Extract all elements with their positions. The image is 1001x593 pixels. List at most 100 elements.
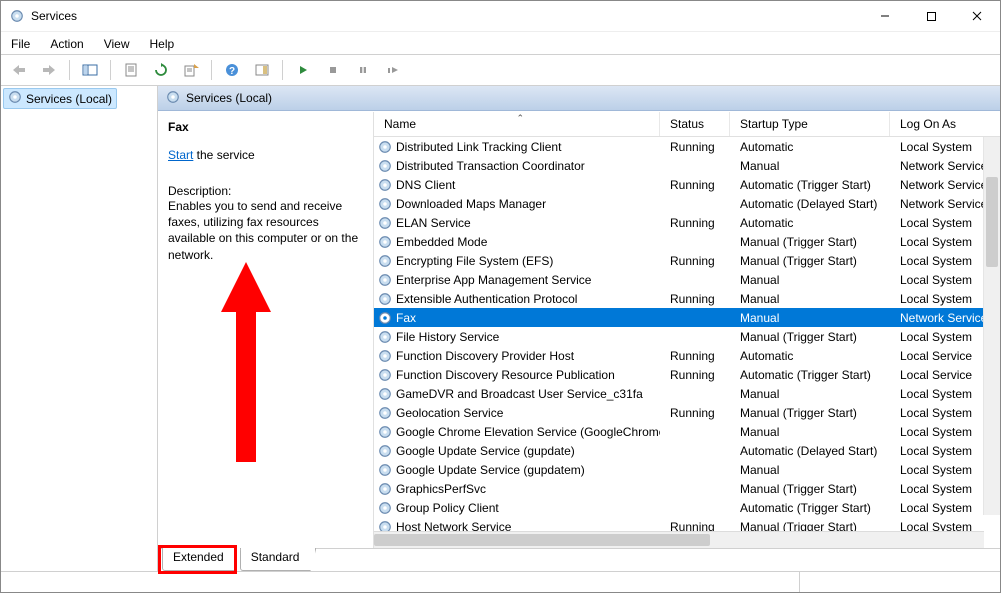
service-row[interactable]: Encrypting File System (EFS)RunningManua…: [374, 251, 1000, 270]
column-header-startup[interactable]: Startup Type: [730, 112, 890, 136]
service-row[interactable]: Function Discovery Resource PublicationR…: [374, 365, 1000, 384]
service-name: ELAN Service: [396, 216, 471, 230]
service-name-cell: File History Service: [374, 330, 660, 344]
service-name: Google Update Service (gupdate): [396, 444, 575, 458]
service-row[interactable]: File History Service Manual (Trigger Star…: [374, 327, 1000, 346]
gear-icon: [378, 197, 392, 211]
app-gear-icon: [9, 8, 25, 24]
tree-item-services-local[interactable]: Services (Local): [3, 88, 117, 109]
gear-icon: [378, 444, 392, 458]
start-service-button[interactable]: [291, 58, 315, 82]
forward-button[interactable]: [37, 58, 61, 82]
service-row[interactable]: Group Policy ClientAutomatic (Trigger St…: [374, 498, 1000, 517]
stop-service-button[interactable]: [321, 58, 345, 82]
close-button[interactable]: [954, 1, 1000, 31]
service-status: Running: [660, 140, 730, 154]
menubar: File Action View Help: [1, 32, 1000, 55]
column-header-status[interactable]: Status: [660, 112, 730, 136]
service-name-cell: Encrypting File System (EFS): [374, 254, 660, 268]
service-row[interactable]: Distributed Link Tracking ClientRunningA…: [374, 137, 1000, 156]
service-list-pane: Name ⌃ Status Startup Type Log On As Dis…: [373, 112, 1000, 548]
toolbar-separator: [69, 60, 70, 80]
service-name: Enterprise App Management Service: [396, 273, 591, 287]
service-name: Downloaded Maps Manager: [396, 197, 546, 211]
service-status: Running: [660, 520, 730, 532]
service-row[interactable]: Embedded ModeManual (Trigger Start)Local…: [374, 232, 1000, 251]
help-button[interactable]: ?: [220, 58, 244, 82]
gear-icon: [378, 406, 392, 420]
service-name-cell: Extensible Authentication Protocol: [374, 292, 660, 306]
start-service-link[interactable]: Start: [168, 148, 193, 162]
column-header-name[interactable]: Name ⌃: [374, 112, 660, 136]
statusbar: [1, 571, 1000, 592]
minimize-button[interactable]: [862, 1, 908, 31]
tab-extended[interactable]: Extended: [162, 548, 241, 571]
service-name-cell: Host Network Service: [374, 520, 660, 532]
service-row[interactable]: FaxManualNetwork Service: [374, 308, 1000, 327]
gear-icon: [378, 159, 392, 173]
service-startup: Automatic (Delayed Start): [730, 197, 890, 211]
tree-pane: Services (Local): [1, 86, 158, 571]
service-row[interactable]: GameDVR and Broadcast User Service_c31fa…: [374, 384, 1000, 403]
service-name-cell: Google Chrome Elevation Service (GoogleC…: [374, 425, 660, 439]
pause-service-button[interactable]: [351, 58, 375, 82]
service-row[interactable]: Host Network ServiceRunningManual (Trigg…: [374, 517, 1000, 531]
vertical-scrollbar[interactable]: [983, 137, 1000, 515]
service-startup: Manual (Trigger Start): [730, 254, 890, 268]
column-header-logon[interactable]: Log On As: [890, 112, 1000, 136]
list-header: Name ⌃ Status Startup Type Log On As: [374, 112, 1000, 137]
service-row[interactable]: Google Update Service (gupdate)Automatic…: [374, 441, 1000, 460]
properties-button[interactable]: [119, 58, 143, 82]
service-row[interactable]: Enterprise App Management ServiceManualL…: [374, 270, 1000, 289]
service-name: Google Update Service (gupdatem): [396, 463, 585, 477]
service-startup: Manual: [730, 273, 890, 287]
maximize-button[interactable]: [908, 1, 954, 31]
gear-icon: [378, 235, 392, 249]
horizontal-scroll-thumb[interactable]: [374, 534, 710, 546]
service-row[interactable]: ELAN ServiceRunningAutomaticLocal System: [374, 213, 1000, 232]
gear-icon: [378, 482, 392, 496]
service-row[interactable]: Geolocation ServiceRunningManual (Trigge…: [374, 403, 1000, 422]
show-hide-tree-button[interactable]: [78, 58, 102, 82]
export-list-button[interactable]: [179, 58, 203, 82]
menu-file[interactable]: File: [7, 35, 34, 53]
service-startup: Manual: [730, 463, 890, 477]
menu-action[interactable]: Action: [46, 35, 87, 53]
service-row[interactable]: Google Update Service (gupdatem)ManualLo…: [374, 460, 1000, 479]
gear-icon: [378, 425, 392, 439]
horizontal-scrollbar[interactable]: [374, 531, 984, 548]
service-row[interactable]: Function Discovery Provider HostRunningA…: [374, 346, 1000, 365]
service-row[interactable]: Extensible Authentication ProtocolRunnin…: [374, 289, 1000, 308]
window-title: Services: [31, 9, 77, 23]
restart-service-button[interactable]: [381, 58, 405, 82]
sort-ascending-icon: ⌃: [517, 113, 525, 124]
gear-icon: [378, 273, 392, 287]
service-list[interactable]: Distributed Link Tracking ClientRunningA…: [374, 137, 1000, 531]
service-row[interactable]: GraphicsPerfSvcManual (Trigger Start)Loc…: [374, 479, 1000, 498]
menu-view[interactable]: View: [100, 35, 134, 53]
refresh-button[interactable]: [149, 58, 173, 82]
service-name: File History Service: [396, 330, 499, 344]
action-pane-button[interactable]: [250, 58, 274, 82]
gear-icon: [378, 140, 392, 154]
service-row[interactable]: Downloaded Maps Manager Automatic (Delaye…: [374, 194, 1000, 213]
gear-icon: [378, 520, 392, 532]
service-status: Running: [660, 406, 730, 420]
back-button[interactable]: [7, 58, 31, 82]
vertical-scroll-thumb[interactable]: [986, 177, 998, 267]
service-name: Host Network Service: [396, 520, 511, 532]
description-label: Description:: [168, 184, 363, 198]
statusbar-left: [1, 572, 800, 592]
service-row[interactable]: DNS ClientRunningAutomatic (Trigger Star…: [374, 175, 1000, 194]
menu-help[interactable]: Help: [146, 35, 179, 53]
service-row[interactable]: Google Chrome Elevation Service (GoogleC…: [374, 422, 1000, 441]
service-status: Running: [660, 178, 730, 192]
service-name-cell: Fax: [374, 311, 660, 325]
gear-icon: [378, 501, 392, 515]
service-startup: Manual (Trigger Start): [730, 330, 890, 344]
service-name: GraphicsPerfSvc: [396, 482, 486, 496]
service-startup: Automatic (Trigger Start): [730, 501, 890, 515]
tab-standard[interactable]: Standard: [240, 548, 317, 571]
statusbar-right: [800, 572, 1000, 592]
service-row[interactable]: Distributed Transaction CoordinatorManua…: [374, 156, 1000, 175]
